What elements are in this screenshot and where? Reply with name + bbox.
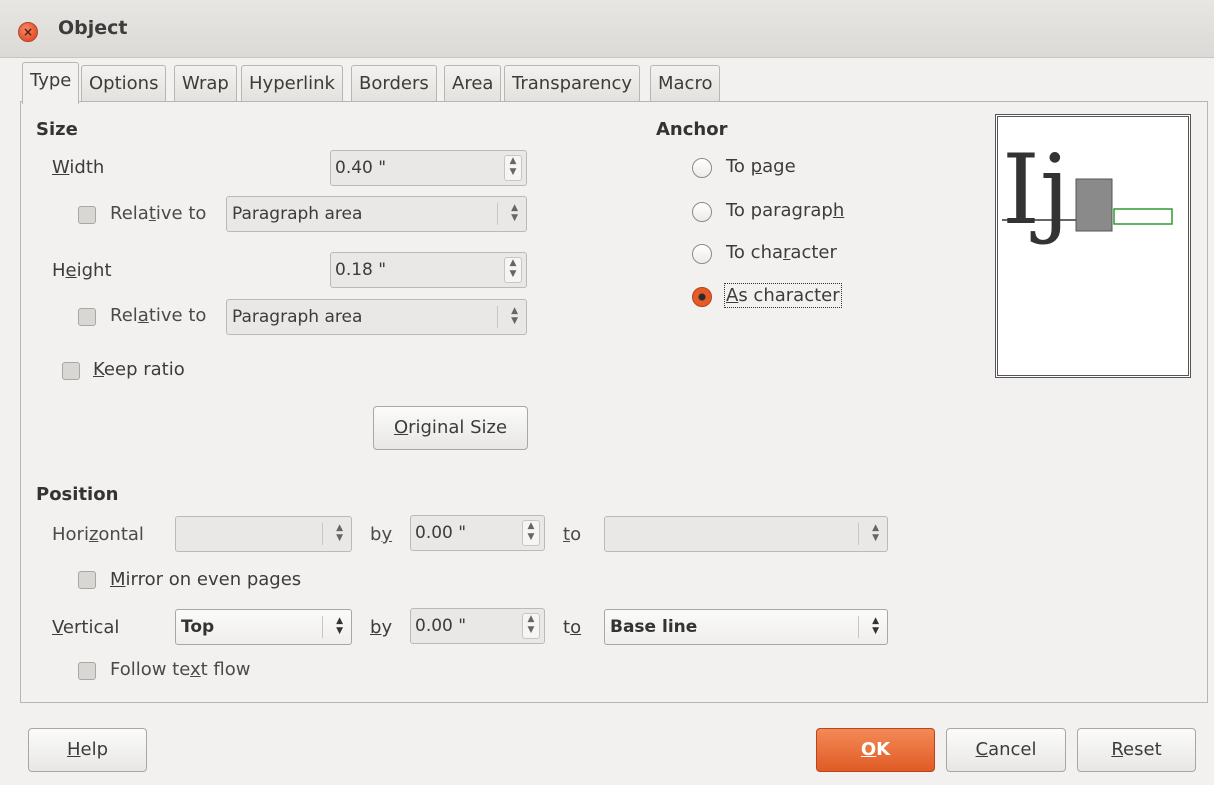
select-arrows-icon: ▲ ▼ [872, 523, 879, 543]
vertical-by-label: by [370, 617, 393, 638]
horizontal-to-label: to [563, 524, 582, 545]
follow-text-flow-checkbox[interactable] [78, 662, 96, 680]
vertical-by-value: 0.00 " [415, 616, 467, 636]
cancel-button[interactable]: Cancel [946, 728, 1066, 772]
keep-ratio-label: Keep ratio [93, 359, 185, 380]
tab-hyperlink[interactable]: Hyperlink [241, 65, 343, 102]
anchor-to-character-label: To character [726, 242, 837, 263]
size-section-title: Size [36, 119, 78, 140]
tab-area[interactable]: Area [444, 65, 502, 102]
width-relative-label: Relative to [110, 203, 207, 224]
width-value: 0.40 " [335, 158, 387, 178]
anchor-as-character-label: As character [724, 283, 842, 308]
tab-macro[interactable]: Macro [650, 65, 721, 102]
anchor-to-page-label: To page [726, 156, 796, 177]
title-bar: × Object [0, 0, 1214, 58]
anchor-to-paragraph-radio[interactable] [692, 202, 712, 222]
vertical-value: Top [181, 617, 215, 637]
anchor-section-title: Anchor [656, 119, 728, 140]
preview-drawing: Ij [1002, 134, 1173, 246]
follow-text-flow-label: Follow text flow [110, 659, 251, 680]
vertical-by-spinbox[interactable]: 0.00 " ▲ ▼ [410, 608, 545, 644]
vertical-to-label: to [563, 617, 582, 638]
horizontal-by-value: 0.00 " [415, 523, 467, 543]
tab-wrap[interactable]: Wrap [174, 65, 237, 102]
width-relative-value: Paragraph area [232, 204, 363, 224]
spin-arrows-icon[interactable]: ▲ ▼ [522, 613, 540, 639]
height-relative-label: Relative to [110, 305, 207, 326]
ok-button[interactable]: OK [816, 728, 935, 772]
spin-arrows-icon[interactable]: ▲ ▼ [504, 155, 522, 181]
horizontal-by-label: by [370, 524, 393, 545]
position-section-title: Position [36, 484, 119, 505]
vertical-select[interactable]: Top ▲ ▼ [175, 609, 352, 645]
height-value: 0.18 " [335, 260, 387, 280]
reset-button[interactable]: Reset [1077, 728, 1196, 772]
preview-object-box [1075, 178, 1113, 232]
anchor-to-character-radio[interactable] [692, 244, 712, 264]
preview-character-frame [1113, 208, 1173, 225]
tab-type[interactable]: Type [22, 62, 80, 104]
select-arrows-icon: ▲ ▼ [872, 616, 879, 636]
tab-transparency[interactable]: Transparency [504, 65, 641, 102]
width-relative-checkbox[interactable] [78, 206, 96, 224]
mirror-even-pages-checkbox[interactable] [78, 571, 96, 589]
height-label: Height [52, 260, 112, 281]
keep-ratio-checkbox[interactable] [62, 362, 80, 380]
height-relative-checkbox[interactable] [78, 308, 96, 326]
width-label: Width [52, 157, 105, 178]
anchor-to-page-radio[interactable] [692, 158, 712, 178]
window-title: Object [58, 17, 128, 39]
vertical-label: Vertical [52, 617, 120, 638]
anchor-as-character-radio[interactable] [692, 287, 712, 307]
select-arrows-icon: ▲ ▼ [336, 523, 343, 543]
spin-arrows-icon[interactable]: ▲ ▼ [522, 520, 540, 546]
original-size-button[interactable]: Original Size [373, 406, 528, 450]
anchor-preview: Ij [995, 114, 1191, 378]
spin-arrows-icon[interactable]: ▲ ▼ [504, 257, 522, 283]
height-spinbox[interactable]: 0.18 " ▲ ▼ [330, 252, 527, 288]
height-relative-value: Paragraph area [232, 307, 363, 327]
select-arrows-icon: ▲ ▼ [511, 203, 518, 223]
preview-glyphs: Ij [1002, 134, 1070, 246]
horizontal-by-spinbox[interactable]: 0.00 " ▲ ▼ [410, 515, 545, 551]
horizontal-label: Horizontal [52, 524, 144, 545]
close-icon[interactable]: × [18, 22, 38, 42]
tab-borders[interactable]: Borders [351, 65, 437, 102]
width-spinbox[interactable]: 0.40 " ▲ ▼ [330, 150, 527, 186]
select-arrows-icon: ▲ ▼ [511, 306, 518, 326]
mirror-even-pages-label: Mirror on even pages [110, 569, 302, 590]
horizontal-to-select[interactable]: ▲ ▼ [604, 516, 888, 552]
horizontal-select[interactable]: ▲ ▼ [175, 516, 352, 552]
width-relative-select[interactable]: Paragraph area ▲ ▼ [226, 196, 527, 232]
anchor-to-paragraph-label: To paragraph [726, 200, 845, 221]
height-relative-select[interactable]: Paragraph area ▲ ▼ [226, 299, 527, 335]
help-button[interactable]: Help [28, 728, 147, 772]
vertical-to-value: Base line [610, 617, 698, 637]
select-arrows-icon: ▲ ▼ [336, 616, 343, 636]
vertical-to-select[interactable]: Base line ▲ ▼ [604, 609, 888, 645]
tab-options[interactable]: Options [81, 65, 167, 102]
